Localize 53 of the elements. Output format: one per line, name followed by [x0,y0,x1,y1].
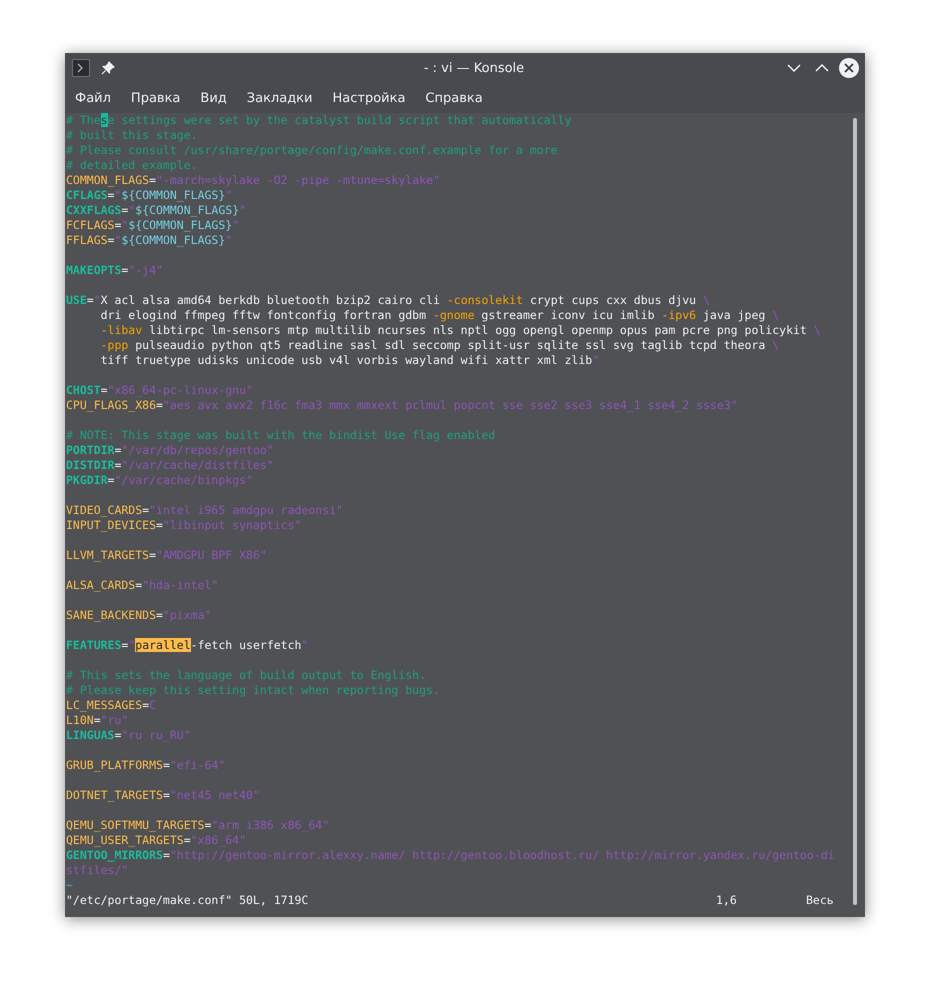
code-line: DISTDIR="/var/cache/distfiles" [66,458,275,473]
code-line: # Please consult /usr/share/portage/config/make.conf.example for a more [66,143,559,158]
menu-item[interactable]: Справка [425,90,483,106]
code-line: # detailed example. [66,158,199,173]
code-line: LLVM_TARGETS="AMDGPU BPF X86" [66,548,268,563]
close-icon[interactable] [839,58,859,78]
code-line: USE="X acl alsa amd64 berkdb bluetooth bzip2 cairo cli -consolekit crypt cups cxx dbus djvu \ [66,293,711,308]
code-line: FFLAGS="${COMMON_FLAGS}" [66,233,234,248]
scroll-position: Весь [806,893,834,908]
cursor-position: 1,6 [716,893,738,908]
code-line: CPU_FLAGS_X86="aes avx avx2 f16c fma3 mmx mmxext pclmul popcnt sse sse2 sse3 sse4_1 sse4_2 ssse3" [66,398,739,413]
code-line: # NOTE: This stage was built with the bindist Use flag enabled [66,428,496,443]
code-line: # built this stage. [66,128,199,143]
code-line: SANE_BACKENDS="pixma" [66,608,212,623]
code-line: QEMU_SOFTMMU_TARGETS="arm i386 x86_64" [66,818,330,833]
code-line: COMMON_FLAGS="-march=skylake -O2 -pipe -mtune=skylake" [66,173,441,188]
code-line: GENTOO_MIRRORS="http://gentoo-mirror.alexxy.name/ http://gentoo.bloodhost.ru/ http://mirror.yandex.ru/gentoo-di [66,848,836,863]
menu-item[interactable]: Правка [130,90,180,106]
menu-item[interactable]: Вид [200,90,227,106]
code-line: LINGUAS="ru ru_RU" [66,728,192,743]
scrollbar[interactable] [853,118,857,905]
code-line: stfiles/" [66,863,130,878]
code-line: GRUB_PLATFORMS="efi-64" [66,758,226,773]
code-line: CXXFLAGS="${COMMON_FLAGS}" [66,203,248,218]
code-line: L10N="ru" [66,713,130,728]
empty-line-marker: ~ [66,878,74,893]
code-line: # Please keep this setting intact when reporting bugs. [66,683,441,698]
code-line: MAKEOPTS="-j4" [66,263,164,278]
code-line: INPUT_DEVICES="libinput synaptics" [66,518,302,533]
code-line: VIDEO_CARDS="intel i965 amdgpu radeonsi" [66,503,344,518]
code-line: CHOST="x86_64-pc-linux-gnu" [66,383,254,398]
window-title: - : vi — Konsole [422,60,526,76]
code-line: ALSA_CARDS="hda-intel" [66,578,220,593]
menu-item[interactable]: Файл [75,90,111,106]
menu-item[interactable]: Закладки [246,90,312,106]
code-line: CFLAGS="${COMMON_FLAGS}" [66,188,234,203]
code-line: FEATURES="parallel-fetch userfetch" [66,638,310,653]
status-message: "/etc/portage/make.conf" 50L, 1719C [66,893,310,908]
terminal-icon[interactable] [72,59,90,77]
menu-item[interactable]: Настройка [332,90,406,106]
code-line: PORTDIR="/var/db/repos/gentoo" [66,443,275,458]
code-line: PKGDIR="/var/cache/binpkgs" [66,473,254,488]
code-line: LC_MESSAGES=C [66,698,158,713]
code-line: -ppp pulseaudio python qt5 readline sasl sdl seccomp split-usr sqlite ssl svg taglib tcpd theora \ [100,338,780,353]
code-line: # These settings were set by the catalyst build script that automatically [66,113,572,128]
code-line: dri elogind ffmpeg fftw fontconfig fortran gdbm -gnome gstreamer iconv icu imlib -ipv6 java jpeg \ [100,308,780,323]
code-line: DOTNET_TARGETS="net45 net40" [66,788,261,803]
code-line: FCFLAGS="${COMMON_FLAGS}" [66,218,240,233]
pin-icon[interactable] [101,61,115,75]
code-line: tiff truetype udisks unicode usb v4l vorbis wayland wifi xattr xml zlib" [100,353,600,368]
code-line: -libav libtirpc lm-sensors mtp multilib ncurses nls nptl ogg opengl openmp opus pam pcre png policykit \ [100,323,822,338]
code-line: QEMU_USER_TARGETS="x86_64" [66,833,248,848]
code-line: # This sets the language of build output to English. [66,668,428,683]
